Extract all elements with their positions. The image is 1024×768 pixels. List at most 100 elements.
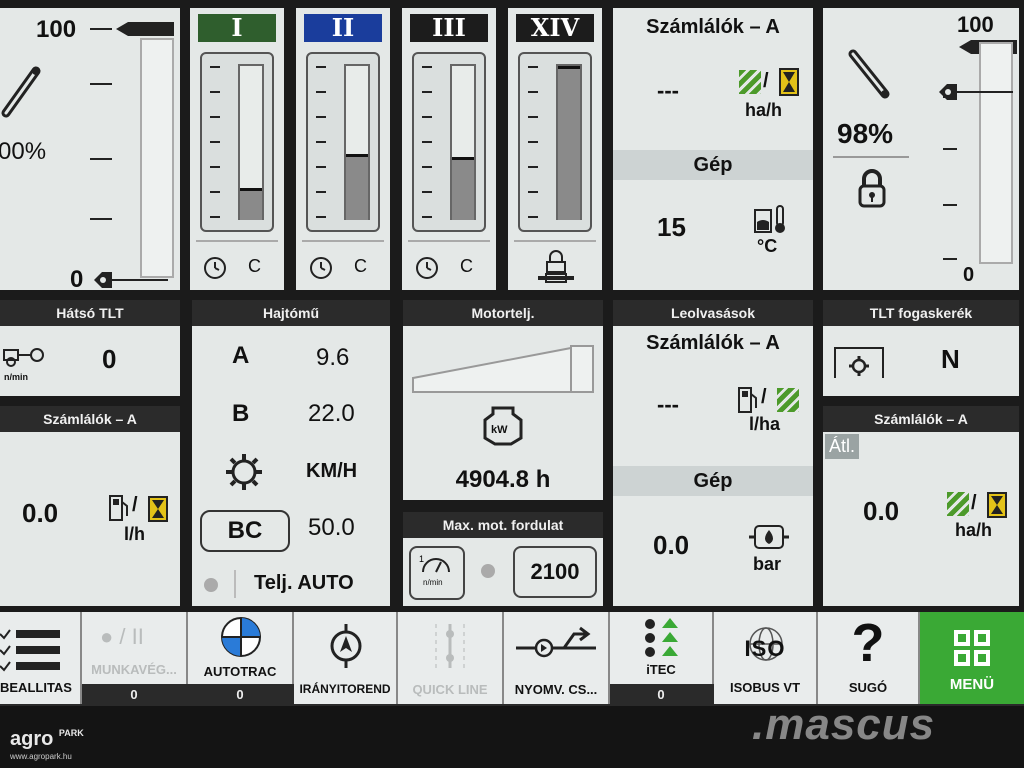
front-hitch-percent: 98% — [837, 118, 894, 149]
gauge-tick — [210, 91, 220, 93]
fuel-pump-icon — [738, 387, 757, 413]
toolbar-button-nyomv[interactable]: NYOMV. CS... — [504, 612, 610, 704]
front-hitch-scale-track — [979, 42, 1013, 264]
toolbar-button-iranyito[interactable]: IRÁNYITOREND — [294, 612, 398, 704]
autotrac-globe-icon — [221, 617, 261, 657]
gauge-tick — [316, 66, 326, 68]
hitch-percent: 00% — [0, 138, 47, 165]
svg-text:1: 1 — [419, 554, 424, 564]
counters-left-panel[interactable]: Számlálók – A 0.0 / l/h — [0, 406, 180, 606]
fuel-pump-icon — [109, 495, 128, 521]
slash-separator: / — [132, 494, 138, 516]
counters-top-panel[interactable]: Számlálók – A --- / ha/h Gép 15 °C — [613, 8, 813, 290]
toolbar-button-itec[interactable]: iTEC — [610, 612, 714, 684]
valve-gauge-ii[interactable]: II C — [296, 8, 390, 290]
gauge-tick — [422, 116, 432, 118]
rear-pto-panel[interactable]: Hátsó TLT n/min 0 — [0, 300, 180, 396]
rear-hitch-panel[interactable]: 100 00% 0 — [0, 8, 180, 293]
hitch-tick — [90, 218, 112, 220]
hitch-bottom-pointer-icon — [94, 272, 168, 288]
hitch-scale-track — [140, 38, 174, 278]
timer-icon — [416, 257, 438, 279]
gauge-tick — [316, 216, 326, 218]
max-rpm-panel[interactable]: Max. mot. fordulat 1 n/min 2100 — [403, 512, 603, 606]
gauge-tick — [528, 191, 538, 193]
engine-power-header: Motortelj. — [403, 300, 603, 326]
toolbar-button-autotrac[interactable]: AUTOTRAC — [188, 612, 294, 684]
engine-power-panel[interactable]: Motortelj. kW 4904.8 h — [403, 300, 603, 500]
toolbar-badge: 0 — [188, 684, 292, 706]
toolbar-button-menu[interactable]: MENÜ — [920, 612, 1024, 704]
gear-range-b-label: B — [232, 400, 250, 427]
gauge-tick — [528, 141, 538, 143]
toolbar-button-isobus[interactable]: ISO ISOBUS VT — [714, 612, 818, 704]
transmission-panel[interactable]: Hajtómű A 9.6 B 22.0 KM/H BC 50.0 Telj. … — [192, 300, 390, 606]
toolbar-badge: 0 — [610, 684, 712, 706]
toolbar-button-beallitas[interactable]: BEALLITAS — [0, 612, 82, 704]
toolbar-badge: 0 — [82, 684, 186, 706]
gauge-divider — [302, 240, 384, 242]
divider — [234, 570, 236, 598]
readings-panel[interactable]: Leolvasások Számlálók – A --- / l/ha Gép… — [613, 300, 813, 606]
gauge-tick — [316, 191, 326, 193]
oil-pressure-unit: bar — [753, 554, 782, 574]
gauge-tick — [316, 166, 326, 168]
gauge-tick — [422, 191, 432, 193]
counters-left-value: 0.0 — [22, 498, 59, 528]
oil-pressure-value: 0.0 — [653, 530, 690, 560]
toolbar-label: iTEC — [646, 662, 676, 677]
readings-title: Számlálók – A — [646, 332, 780, 354]
gauge-tick — [210, 191, 220, 193]
gear-range-bc-value: 50.0 — [308, 514, 355, 541]
engine-hours: 4904.8 h — [455, 466, 551, 493]
hitch-top-pointer-icon — [116, 22, 174, 36]
gear-range-a-label: A — [232, 342, 250, 369]
pause-icon: ● / II — [100, 624, 144, 649]
valve-gauge-fill — [346, 154, 368, 220]
steering-compass-icon — [330, 624, 362, 668]
hatched-area-icon — [777, 388, 799, 412]
hatched-area-icon — [739, 70, 761, 94]
oil-pressure-icon — [749, 525, 789, 549]
agropark-logo-small: PARK — [58, 728, 84, 738]
counters-top-title: Számlálók – A — [646, 16, 780, 38]
coolant-temp-unit: °C — [757, 236, 778, 256]
hourglass-icon — [779, 68, 799, 96]
front-hitch-panel[interactable]: 100 98% 0 — [823, 8, 1019, 290]
gauge-tick — [316, 141, 326, 143]
gauge-tick — [422, 141, 432, 143]
mascus-watermark: .mascus — [752, 700, 936, 749]
toolbar-button-sugo[interactable]: ? SUGÓ — [818, 612, 920, 704]
gauge-tick — [210, 116, 220, 118]
toolbar-button-quickline[interactable]: QUICK LINE — [398, 612, 504, 704]
pto-shaft-icon — [3, 348, 44, 367]
valve-gauge-fill — [558, 66, 580, 220]
counters-left-header: Számlálók – A — [0, 406, 180, 432]
toolbar-label: QUICK LINE — [412, 682, 488, 697]
quick-line-icon — [435, 624, 465, 668]
front-hitch-link-icon — [848, 49, 890, 99]
toolbar-label: NYOMV. CS... — [514, 682, 598, 697]
valve-gauge-i[interactable]: IC — [190, 8, 284, 290]
hitch-tick — [90, 158, 112, 160]
hitch-link-icon — [1, 66, 41, 118]
slash-separator: / — [763, 70, 769, 92]
hitch-top-tick — [90, 28, 112, 30]
rear-pto-value: 0 — [102, 344, 117, 374]
pto-gear-panel[interactable]: TLT fogaskerék N — [823, 300, 1019, 396]
hourglass-icon — [148, 496, 168, 522]
gauge-tick — [422, 66, 432, 68]
readings-unit: l/ha — [749, 414, 781, 434]
bc-button[interactable]: BC — [200, 510, 290, 552]
valve-gauge-xiv[interactable]: XIV — [508, 8, 602, 290]
pto-gear-icon — [834, 347, 884, 378]
gear-cog-icon — [226, 454, 262, 490]
machine-subheader-label: Gép — [693, 154, 733, 176]
toolbar-button-munkaveg[interactable]: ● / II MUNKAVÉG... — [82, 612, 188, 684]
gauge-divider — [196, 240, 278, 242]
max-rpm-value[interactable]: 2100 — [513, 546, 597, 598]
valve-gauge-iii[interactable]: III C — [402, 8, 496, 290]
gauge-tick — [210, 66, 220, 68]
counters-right-panel[interactable]: Számlálók – A Átl. 0.0 / ha/h — [823, 406, 1019, 606]
front-hitch-tick — [943, 204, 957, 206]
